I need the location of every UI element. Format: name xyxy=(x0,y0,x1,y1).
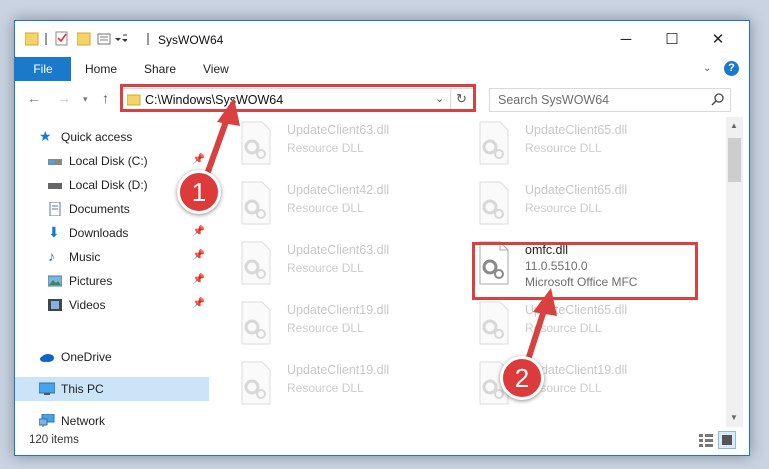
step-2-badge: 2 xyxy=(500,356,544,400)
arrow-1-line xyxy=(202,114,231,182)
step-1-badge: 1 xyxy=(177,170,221,214)
annotation-arrows xyxy=(202,98,557,361)
arrow-1-head xyxy=(217,98,240,126)
arrow-2-head xyxy=(533,288,557,316)
